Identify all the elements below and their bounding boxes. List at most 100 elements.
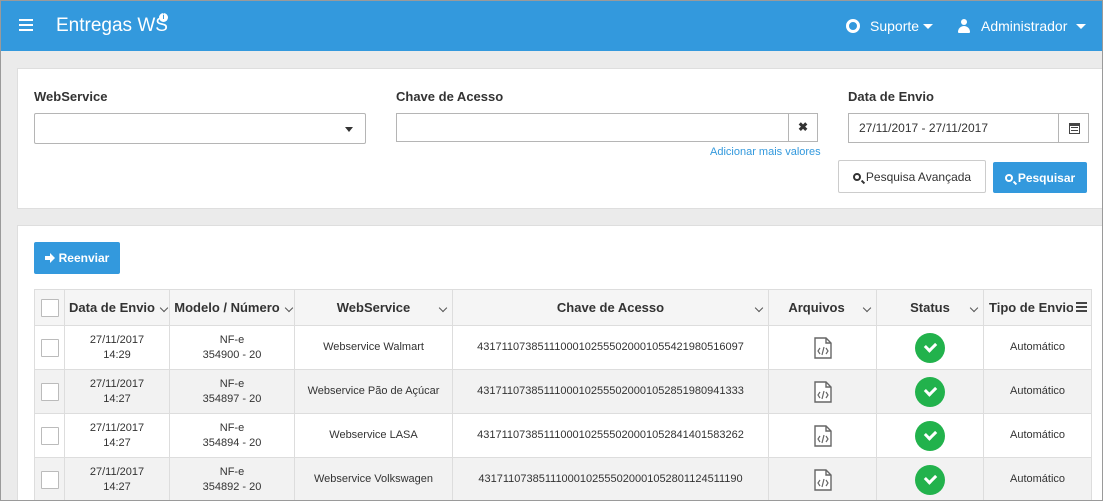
add-values-link[interactable]: Adicionar mais valores xyxy=(710,146,821,158)
chevron-down-icon xyxy=(862,303,872,313)
column-header-label: Modelo / Número xyxy=(174,300,280,315)
clear-icon[interactable]: ✖ xyxy=(788,113,818,142)
date-value: 27/11/2017 xyxy=(89,377,145,390)
webservice-cell: Webservice Volkswagen xyxy=(294,457,453,500)
webservice-cell: Webservice LASA xyxy=(294,413,453,458)
date-value: 27/11/2017 xyxy=(89,333,145,346)
key-cell: 4317110738511100010255502000105285198094… xyxy=(452,369,769,414)
column-header[interactable]: Status xyxy=(876,289,984,326)
advanced-search-label: Pesquisa Avançada xyxy=(865,169,972,184)
row-select-cell xyxy=(34,369,65,414)
type-cell: Automático xyxy=(983,413,1092,458)
time-value: 14:29 xyxy=(103,348,131,361)
code-file-icon[interactable] xyxy=(813,468,832,491)
table-row[interactable]: 27/11/2017 14:27 NF-e 354897 - 20 Webservi… xyxy=(34,369,1092,414)
column-header[interactable]: Tipo de Envio xyxy=(983,289,1092,326)
results-panel: Reenviar Data de Envio Modelo / Número W… xyxy=(17,225,1102,500)
chevron-down-icon xyxy=(754,303,764,313)
date-cell: 27/11/2017 14:27 xyxy=(64,413,170,458)
key-cell: 4317110738511100010255502000105542198051… xyxy=(452,325,769,370)
status-cell xyxy=(876,457,984,500)
key-cell: 4317110738511100010255502000105280112451… xyxy=(452,457,769,500)
code-file-icon[interactable] xyxy=(813,424,832,447)
calendar-button[interactable] xyxy=(1058,113,1089,143)
number-value: 354894 - 20 xyxy=(202,436,262,449)
number-value: 354900 - 20 xyxy=(202,348,262,361)
resend-button[interactable]: Reenviar xyxy=(34,242,120,274)
user-label: Administrador xyxy=(981,18,1068,34)
webservice-cell: Webservice Walmart xyxy=(294,325,453,370)
code-file-icon[interactable] xyxy=(813,336,832,359)
date-value: 27/11/2017 xyxy=(89,421,145,434)
time-value: 14:27 xyxy=(103,480,131,493)
files-cell xyxy=(768,369,877,414)
search-icon xyxy=(1004,173,1013,182)
column-header[interactable]: Arquivos xyxy=(768,289,877,326)
chave-input[interactable] xyxy=(396,113,788,142)
date-cell: 27/11/2017 14:27 xyxy=(64,457,170,500)
status-cell xyxy=(876,413,984,458)
files-cell xyxy=(768,413,877,458)
lifebuoy-icon xyxy=(846,19,860,33)
column-header[interactable]: WebService xyxy=(294,289,453,326)
row-checkbox[interactable] xyxy=(40,338,59,357)
code-file-icon[interactable] xyxy=(813,380,832,403)
files-cell xyxy=(768,457,877,500)
support-menu[interactable]: Suporte xyxy=(846,1,934,51)
chevron-down-icon xyxy=(969,303,979,313)
webservice-cell: Webservice Pão de Açúcar xyxy=(294,369,453,414)
column-header-label: Tipo de Envio xyxy=(989,300,1074,315)
status-cell xyxy=(876,325,984,370)
page-title: Entregas WS xyxy=(56,15,168,36)
select-all-checkbox[interactable] xyxy=(40,298,59,317)
user-menu[interactable]: Administrador xyxy=(958,1,1087,51)
table-row[interactable]: 27/11/2017 14:27 NF-e 354894 - 20 Webservi… xyxy=(34,413,1092,458)
number-value: 354897 - 20 xyxy=(202,392,262,405)
advanced-search-button[interactable]: Pesquisa Avançada xyxy=(838,160,986,193)
column-header-label: WebService xyxy=(336,300,411,315)
deliveries-table: Data de Envio Modelo / Número WebService… xyxy=(34,289,1092,500)
select-all-cell xyxy=(34,289,65,326)
menu-icon[interactable] xyxy=(19,19,33,31)
info-icon[interactable]: i xyxy=(159,13,168,22)
check-circle-icon xyxy=(915,464,945,495)
table-header-row: Data de Envio Modelo / Número WebService… xyxy=(34,289,1092,326)
table-row[interactable]: 27/11/2017 14:27 NF-e 354892 - 20 Webservi… xyxy=(34,457,1092,500)
top-bar: Entregas WS i Suporte Administrador xyxy=(1,1,1102,51)
search-label: Pesquisar xyxy=(1017,170,1076,185)
model-value: NF-e xyxy=(219,421,245,434)
check-circle-icon xyxy=(915,420,945,451)
check-circle-icon xyxy=(915,332,945,363)
app-window: Entregas WS i Suporte Administrador WebS… xyxy=(0,0,1103,501)
date-range-input[interactable] xyxy=(848,113,1058,143)
column-header[interactable]: Modelo / Número xyxy=(169,289,295,326)
row-checkbox[interactable] xyxy=(40,470,59,489)
row-checkbox[interactable] xyxy=(40,382,59,401)
user-icon xyxy=(958,19,970,33)
search-plus-icon xyxy=(852,172,861,181)
model-value: NF-e xyxy=(219,377,245,390)
calendar-icon xyxy=(1069,123,1080,134)
table-row[interactable]: 27/11/2017 14:29 NF-e 354900 - 20 Webservi… xyxy=(34,325,1092,370)
column-header-label: Status xyxy=(910,300,950,315)
column-header[interactable]: Data de Envio xyxy=(64,289,170,326)
column-menu-icon[interactable] xyxy=(1076,302,1087,312)
column-header-label: Chave de Acesso xyxy=(556,300,665,315)
chevron-down-icon xyxy=(923,23,934,29)
column-header[interactable]: Chave de Acesso xyxy=(452,289,769,326)
chave-label: Chave de Acesso xyxy=(396,89,504,104)
filter-panel: WebService Chave de Acesso ✖ Adicionar m… xyxy=(17,68,1102,209)
model-cell: NF-e 354900 - 20 xyxy=(169,325,295,370)
date-cell: 27/11/2017 14:27 xyxy=(64,369,170,414)
chevron-down-icon xyxy=(1076,23,1087,29)
key-cell: 4317110738511100010255502000105284140158… xyxy=(452,413,769,458)
column-header-label: Arquivos xyxy=(788,300,845,315)
search-button[interactable]: Pesquisar xyxy=(993,162,1087,193)
type-cell: Automático xyxy=(983,457,1092,500)
date-cell: 27/11/2017 14:29 xyxy=(64,325,170,370)
model-value: NF-e xyxy=(219,465,245,478)
row-checkbox[interactable] xyxy=(40,426,59,445)
check-circle-icon xyxy=(915,376,945,407)
arrow-right-icon xyxy=(44,253,55,263)
webservice-select[interactable] xyxy=(34,113,366,144)
